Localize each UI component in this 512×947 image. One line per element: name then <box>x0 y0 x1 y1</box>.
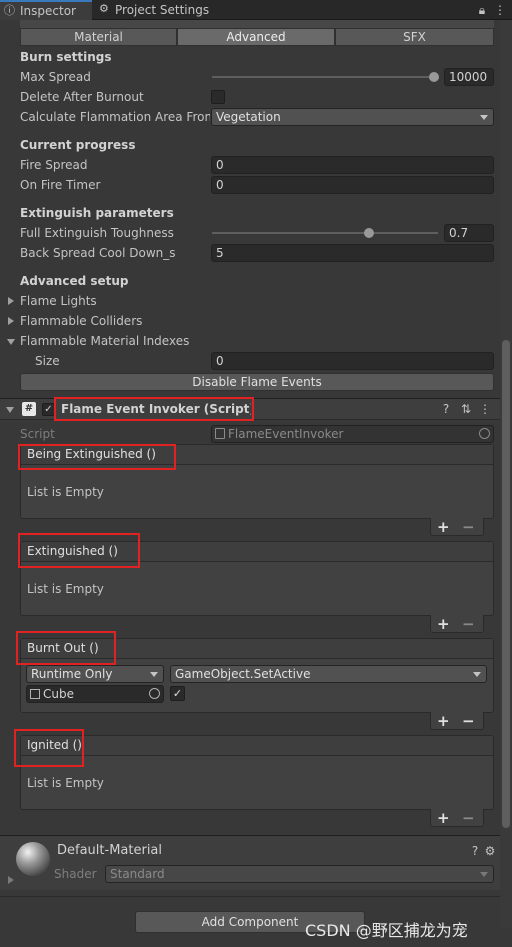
material-preview-sphere <box>16 842 50 876</box>
shader-label: Shader <box>54 867 97 881</box>
remove-listener-button[interactable]: − <box>462 810 475 826</box>
foldout-collapsed-icon[interactable] <box>8 317 14 325</box>
dropdown-arrow-icon <box>473 672 481 677</box>
full-toughness-slider-handle[interactable] <box>364 228 374 238</box>
dropdown-arrow-icon <box>480 872 488 877</box>
target-object-field[interactable]: Cube <box>26 685 164 703</box>
gear-icon: ⚙ <box>99 2 109 15</box>
disable-flame-events-button[interactable]: Disable Flame Events <box>20 373 494 391</box>
script-value: FlameEventInvoker <box>228 427 344 441</box>
tab-inspector-label: Inspector <box>20 4 76 18</box>
tab-project-settings-label: Project Settings <box>115 3 210 17</box>
foldout-collapsed-icon[interactable] <box>8 876 14 884</box>
advanced-setup-header: Advanced setup <box>20 274 129 288</box>
object-picker-icon[interactable] <box>149 688 160 699</box>
function-dropdown[interactable]: GameObject.SetActive <box>170 665 487 683</box>
event-header <box>21 736 493 756</box>
fire-spread-input[interactable]: 0 <box>211 156 494 174</box>
extinguish-header: Extinguish parameters <box>20 206 174 220</box>
object-picker-icon[interactable] <box>479 428 490 439</box>
max-spread-label: Max Spread <box>20 70 91 84</box>
flammable-colliders-foldout[interactable]: Flammable Colliders <box>20 312 142 330</box>
remove-listener-button[interactable]: − <box>462 519 475 535</box>
script-file-icon <box>215 428 225 439</box>
section-divider <box>0 896 500 897</box>
top-toolbar-row-partial <box>20 20 494 28</box>
preset-sliders-icon[interactable]: ⇅ <box>459 402 473 416</box>
inspector-window: ⓘ Inspector ⚙ Project Settings 🔒︎ ⋮ Mate… <box>0 0 512 947</box>
help-icon[interactable]: ? <box>439 402 453 416</box>
list-empty-text: List is Empty <box>27 485 104 499</box>
add-listener-button[interactable]: + <box>437 519 450 535</box>
event-ignited <box>20 735 494 810</box>
size-input[interactable]: 0 <box>211 352 494 370</box>
tab-project-settings[interactable]: ⚙ Project Settings <box>95 0 220 20</box>
add-listener-button[interactable]: + <box>437 616 450 632</box>
toolbar-advanced[interactable]: Advanced <box>177 28 335 46</box>
target-object-value: Cube <box>43 687 74 701</box>
material-name: Default-Material <box>57 843 163 858</box>
more-options-icon[interactable]: ⋮ <box>494 3 506 17</box>
foldout-expanded-icon[interactable] <box>7 339 15 345</box>
list-empty-text: List is Empty <box>27 776 104 790</box>
component-title: Flame Event Invoker (Script) <box>61 402 251 416</box>
on-fire-timer-input[interactable]: 0 <box>211 176 494 194</box>
calc-area-label: Calculate Flammation Area From M <box>20 110 210 124</box>
event-title-burnt-out: Burnt Out () <box>27 641 99 655</box>
event-title-ignited: Ignited () <box>27 738 82 752</box>
lock-icon[interactable]: 🔒︎ <box>476 3 488 17</box>
fire-spread-label: Fire Spread <box>20 158 88 172</box>
runtime-mode-dropdown[interactable]: Runtime Only <box>26 665 164 683</box>
back-spread-input[interactable]: 5 <box>211 244 494 262</box>
burn-settings-header: Burn settings <box>20 50 112 64</box>
watermark-text: CSDN @野区捕龙为宠 <box>305 921 468 940</box>
script-label: Script <box>20 427 55 441</box>
function-value: GameObject.SetActive <box>175 667 311 681</box>
dropdown-arrow-icon <box>480 115 488 120</box>
add-listener-button[interactable]: + <box>437 713 450 729</box>
event-title-being-extinguished: Being Extinguished () <box>27 447 156 461</box>
remove-listener-button[interactable]: − <box>462 713 475 729</box>
delete-after-burnout-checkbox[interactable] <box>211 90 225 104</box>
toolbar-material[interactable]: Material <box>20 28 177 46</box>
more-options-icon[interactable]: ⋮ <box>479 402 491 416</box>
runtime-mode-value: Runtime Only <box>31 667 113 681</box>
remove-listener-button[interactable]: − <box>462 616 475 632</box>
add-listener-button[interactable]: + <box>437 810 450 826</box>
back-spread-label: Back Spread Cool Down_s <box>20 246 176 260</box>
event-title-extinguished: Extinguished () <box>27 544 118 558</box>
toolbar-sfx[interactable]: SFX <box>335 28 494 46</box>
foldout-collapsed-icon[interactable] <box>8 297 14 305</box>
scrollbar-thumb[interactable] <box>502 340 510 828</box>
delete-after-burnout-label: Delete After Burnout <box>20 90 144 104</box>
cube-icon <box>30 689 40 699</box>
max-spread-slider-handle[interactable] <box>429 72 439 82</box>
full-toughness-label: Full Extinguish Toughness <box>20 226 174 240</box>
set-active-checkbox[interactable]: ✓ <box>170 686 185 701</box>
gear-icon[interactable]: ⚙ <box>484 844 496 858</box>
dropdown-arrow-icon <box>150 672 158 677</box>
info-icon: ⓘ <box>4 4 15 17</box>
script-icon: # <box>22 402 36 416</box>
full-toughness-input[interactable]: 0.7 <box>444 224 494 242</box>
calc-area-dropdown[interactable]: Vegetation <box>211 108 494 126</box>
flame-lights-foldout[interactable]: Flame Lights <box>20 292 97 310</box>
calc-area-value: Vegetation <box>216 110 281 124</box>
tab-inspector[interactable]: ⓘ Inspector <box>0 0 92 20</box>
help-icon[interactable]: ? <box>469 844 481 858</box>
max-spread-input[interactable]: 10000 <box>444 68 494 86</box>
shader-dropdown[interactable]: Standard <box>105 865 494 883</box>
script-field[interactable]: FlameEventInvoker <box>211 425 494 443</box>
on-fire-timer-label: On Fire Timer <box>20 178 101 192</box>
flammable-material-indexes-foldout[interactable]: Flammable Material Indexes <box>20 332 189 350</box>
shader-value: Standard <box>110 867 165 881</box>
foldout-expanded-icon[interactable] <box>6 407 14 413</box>
max-spread-slider-track[interactable] <box>212 76 436 78</box>
list-empty-text: List is Empty <box>27 582 104 596</box>
size-label: Size <box>35 354 60 368</box>
full-toughness-slider-track[interactable] <box>212 232 438 234</box>
current-progress-header: Current progress <box>20 138 136 152</box>
